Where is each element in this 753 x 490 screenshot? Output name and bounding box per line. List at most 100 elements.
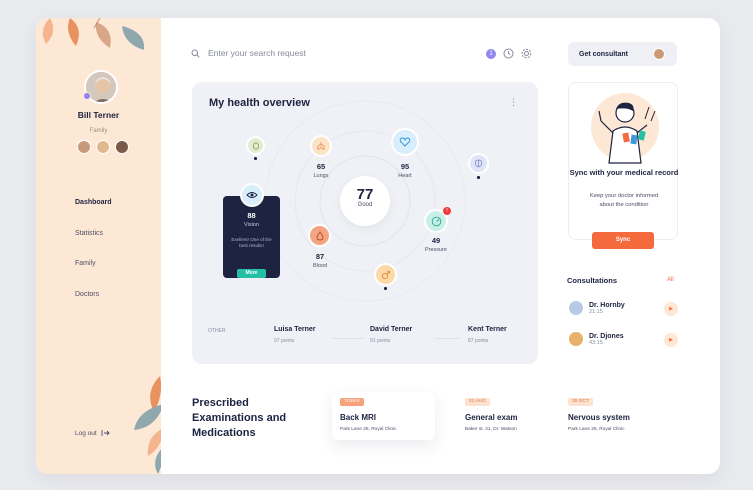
member-name: Luisa Terner	[274, 326, 316, 333]
get-consultant-button[interactable]: Get consultant	[568, 42, 677, 66]
member-score-luisa[interactable]: Luisa Terner 97 points	[274, 326, 316, 344]
eye-icon	[246, 192, 258, 198]
play-icon[interactable]: ▶	[664, 302, 678, 316]
online-status-badge	[83, 92, 91, 100]
get-consultant-label: Get consultant	[579, 50, 629, 58]
gender-node[interactable]	[374, 263, 397, 286]
notification-badge[interactable]: 1	[486, 48, 496, 59]
blood-value: 87	[315, 252, 325, 261]
lungs-icon	[317, 142, 325, 150]
leaf-decoration-bottom	[134, 376, 161, 474]
exam-title: Back MRI	[340, 413, 377, 422]
nav-item-doctors[interactable]: Doctors	[75, 291, 99, 298]
consultation-item[interactable]: Dr. Djones 43:15	[568, 331, 624, 347]
settings-gear-icon[interactable]	[521, 48, 532, 59]
search-input[interactable]: Enter your search request	[208, 48, 306, 58]
nav-item-dashboard[interactable]: Dashboard	[75, 199, 112, 206]
top-icons: 1	[486, 48, 532, 59]
divider	[332, 338, 364, 339]
doctor-name: Dr. Hornby	[589, 301, 625, 309]
member-score-kent[interactable]: Kent Terner 87 points	[468, 326, 507, 344]
lungs-node[interactable]	[310, 135, 332, 157]
sync-description: Keep your doctor informed about the cond…	[589, 193, 659, 208]
pressure-alert-badge: !	[443, 207, 451, 215]
prescribed-title: Prescribed Examinations and Medications	[192, 397, 287, 439]
heart-node[interactable]	[391, 128, 419, 156]
logout-icon	[101, 430, 110, 436]
consultations-all-link[interactable]: All	[667, 277, 674, 283]
sync-medical-record-card: Sync with your medical record Keep your …	[568, 82, 679, 249]
sidebar: Bill Terner Family Dashboard Statistics …	[36, 18, 161, 474]
family-avatar[interactable]	[115, 140, 129, 154]
heart-label: Heart	[398, 173, 412, 179]
nav-item-statistics[interactable]: Statistics	[75, 230, 103, 237]
app-window: Bill Terner Family Dashboard Statistics …	[36, 18, 720, 474]
family-avatar[interactable]	[96, 140, 110, 154]
brain-node[interactable]	[468, 153, 489, 174]
search-bar[interactable]: Enter your search request	[191, 48, 306, 58]
doctor-avatar	[568, 331, 584, 347]
gauge-icon	[431, 216, 441, 226]
blood-node[interactable]	[308, 224, 331, 247]
doctor-name: Dr. Djones	[589, 332, 624, 340]
consultations-title: Consultations	[567, 276, 617, 285]
exam-address: Park Lane 25, Royal Clinic	[340, 427, 397, 432]
overall-score-value: 77	[356, 186, 374, 203]
exam-title: Nervous system	[568, 413, 630, 422]
vision-label: Vision	[244, 222, 259, 228]
logout-label: Log out	[75, 429, 97, 437]
exam-title: General exam	[465, 413, 518, 422]
user-role: Family	[89, 128, 108, 134]
other-label: OTHER	[208, 328, 226, 334]
member-score-david[interactable]: David Terner 91 points	[370, 326, 412, 344]
exam-card[interactable]: 25 OCT Nervous system Park Lane 25, Roya…	[560, 392, 670, 440]
nav-item-family[interactable]: Family	[75, 260, 96, 267]
member-name: Kent Terner	[468, 326, 507, 333]
exam-card[interactable]: 21 AUG General exam Baker st. 21, Dr. Wa…	[457, 392, 557, 440]
member-points: 97 points	[274, 338, 295, 344]
lungs-value: 65	[316, 162, 326, 171]
vision-node[interactable]	[240, 183, 264, 207]
male-symbol-icon	[381, 270, 390, 279]
health-overview-card: My health overview ⋮ 77 Good 65 Lungs 95…	[192, 82, 538, 364]
family-avatar[interactable]	[77, 140, 91, 154]
user-name: Bill Terner	[77, 110, 120, 120]
consultant-avatar	[653, 48, 665, 60]
logout-button[interactable]: Log out	[75, 429, 110, 437]
stomach-dot	[254, 157, 257, 160]
stomach-icon	[252, 141, 259, 150]
consultation-time: 43:15	[589, 339, 603, 346]
pressure-value: 49	[431, 236, 441, 245]
vision-more-button[interactable]: More	[237, 269, 266, 278]
lungs-label: Lungs	[313, 173, 329, 179]
leaf-decoration-top	[42, 18, 145, 50]
history-icon[interactable]	[503, 48, 514, 59]
member-points: 87 points	[468, 338, 489, 344]
gender-dot	[384, 287, 387, 290]
blood-drop-icon	[316, 230, 323, 240]
doctor-illustration	[591, 93, 659, 164]
brain-dot	[477, 176, 480, 179]
vision-detail-card: 88 Vision Exellent! One of the best resu…	[223, 196, 280, 278]
stomach-node[interactable]	[246, 136, 265, 155]
play-icon[interactable]: ▶	[664, 333, 678, 347]
overall-score-label: Good	[357, 202, 373, 208]
exam-date-tag: 25 OCT	[568, 398, 593, 406]
consultation-time: 21:15	[589, 308, 603, 315]
sync-button[interactable]: Sync	[592, 232, 654, 249]
exam-date-tag: 21 AUG	[465, 398, 490, 406]
sync-title: Sync with your medical record	[569, 168, 679, 177]
exam-card-today[interactable]: TODAY Back MRI Park Lane 25, Royal Clini…	[332, 392, 435, 440]
heart-value: 95	[400, 162, 410, 171]
search-icon	[191, 49, 200, 58]
exam-address: Baker st. 21, Dr. Watson	[465, 427, 517, 432]
vision-description: Exellent! One of the best results!	[231, 237, 272, 248]
blood-label: Blood	[312, 263, 328, 269]
exam-date-tag: TODAY	[340, 398, 365, 406]
family-avatars	[77, 140, 129, 154]
consultation-item[interactable]: Dr. Hornby 21:15	[568, 300, 625, 316]
vision-value: 88	[247, 211, 256, 220]
doctor-avatar	[568, 300, 584, 316]
brain-icon	[475, 159, 482, 168]
heart-icon	[399, 137, 411, 147]
